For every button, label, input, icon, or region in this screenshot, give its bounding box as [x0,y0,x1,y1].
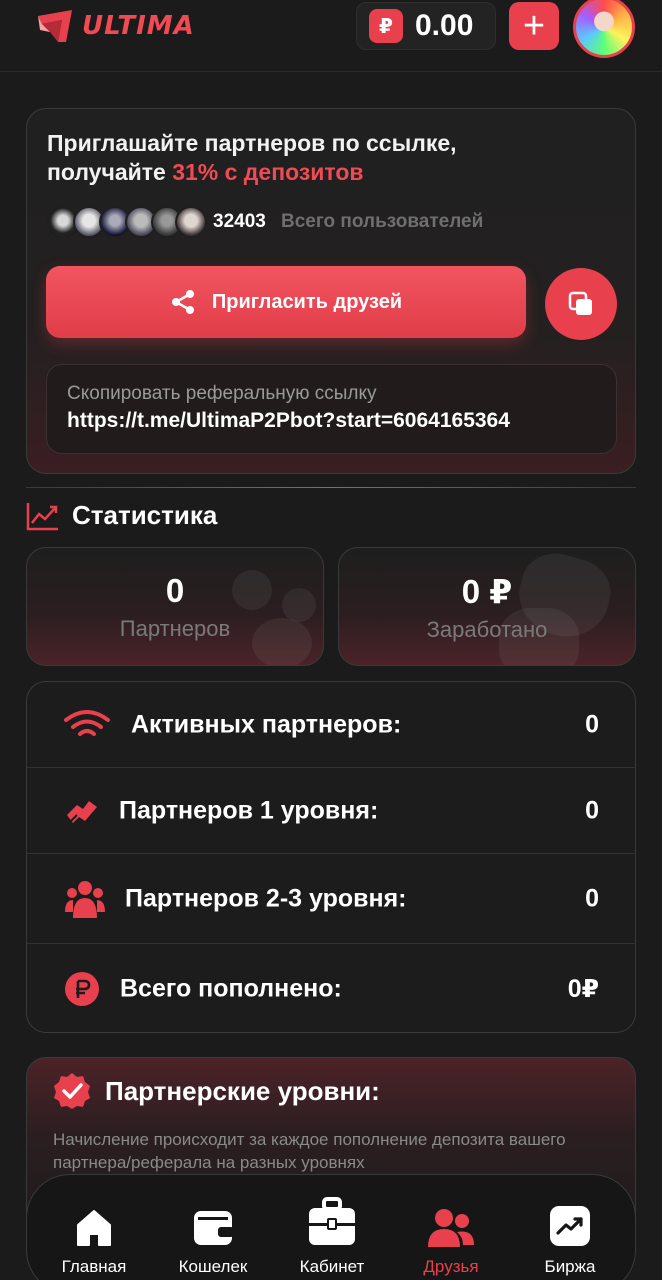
briefcase-icon [309,1197,355,1245]
partner-stats-list: Активных партнеров: 0 Партнеров 1 уровня… [26,681,636,1033]
nav-label-wallet: Кошелек [178,1257,248,1276]
partner-levels-header: Партнерские уровни: [53,1072,380,1110]
invite-title: Приглашайте партнеров по ссылке, получай… [47,129,457,187]
level1-partners-label: Партнеров 1 уровня: [119,796,379,824]
partners-tile: 0 Партнеров [26,547,324,666]
copy-icon [568,291,592,315]
referral-link[interactable]: https://t.me/UltimaP2Pbot?start=60641653… [67,409,596,433]
level1-partners-value: 0 [585,796,599,824]
earned-label: Заработано [426,617,548,642]
partners-label: Партнеров [119,616,231,641]
add-funds-button[interactable]: + [509,2,559,50]
home-icon [77,1210,111,1246]
nav-item-wallet[interactable]: Кошелек [158,1195,268,1277]
balance-value: 0.00 [415,9,474,42]
copy-link-button[interactable] [545,268,617,340]
wifi-icon [64,709,110,736]
invite-card: Приглашайте партнеров по ссылке, получай… [26,108,636,474]
ruble-icon [65,972,99,1006]
trend-chart-icon [26,502,58,530]
brand-name: ULTIMA [82,11,195,41]
share-icon [171,290,194,314]
nav-item-home[interactable]: Главная [39,1195,149,1277]
friends-icon [428,1209,474,1247]
total-users-count: 32403 [213,211,266,232]
commission-highlight: 31% с депозитов [172,159,364,185]
section-divider [26,487,636,488]
nav-label-home: Главная [61,1257,127,1276]
level23-partners-value: 0 [585,884,599,912]
handshake-icon [67,800,97,824]
app-header: ULTIMA ₽ 0.00 + [0,0,662,72]
list-item-total-deposited: Всего пополнено: 0₽ [27,944,635,1032]
partner-levels-description: Начисление происходит за каждое пополнен… [53,1130,566,1172]
users-icon [65,880,105,918]
list-item-level23-partners: Партнеров 2-3 уровня: 0 [27,854,635,944]
invite-title-line1: Приглашайте партнеров по ссылке, [47,130,457,156]
nav-item-cabinet[interactable]: Кабинет [277,1195,387,1277]
nav-label-cabinet: Кабинет [299,1257,365,1276]
nav-item-exchange[interactable]: Биржа [515,1195,625,1277]
brand-logo[interactable]: ULTIMA [36,8,195,44]
statistics-title: Статистика [72,500,218,530]
invite-title-line2: получайте [47,159,173,185]
wallet-icon [194,1211,234,1245]
bottom-navigation: Главная Кошелек Кабинет Друзья Биржа [26,1174,636,1280]
logo-mark-icon [38,10,72,42]
active-partners-value: 0 [585,710,599,738]
verified-badge-icon [54,1073,90,1109]
user-avatar [175,206,207,238]
partners-count: 0 [165,572,185,609]
earned-tile: 0 ₽ Заработано [338,547,636,666]
nav-label-friends: Друзья [423,1257,479,1276]
chart-icon [550,1206,590,1246]
copy-referral-label: Скопировать реферальную ссылку [67,383,377,404]
referral-link-box[interactable]: Скопировать реферальную ссылку https://t… [46,364,617,454]
earned-amount: 0 ₽ [461,573,513,610]
invite-friends-label: Пригласить друзей [211,290,403,313]
list-item-level1-partners: Партнеров 1 уровня: 0 [27,768,635,854]
active-partners-label: Активных партнеров: [131,710,402,738]
list-item-active-partners: Активных партнеров: 0 [27,682,635,768]
user-avatars-stack [47,206,207,238]
total-users-label: Всего пользователей [281,211,484,232]
avatar[interactable] [573,0,635,58]
partner-levels-title: Партнерские уровни: [105,1075,380,1106]
ruble-icon: ₽ [369,9,403,43]
total-deposited-label: Всего пополнено: [120,974,342,1003]
balance-display[interactable]: ₽ 0.00 [356,2,496,50]
level23-partners-label: Партнеров 2-3 уровня: [125,884,407,912]
nav-item-friends[interactable]: Друзья [396,1195,506,1277]
statistics-header: Статистика [26,500,217,531]
nav-label-exchange: Биржа [544,1257,596,1276]
total-deposited-value: 0₽ [567,975,599,1003]
invite-friends-button[interactable]: Пригласить друзей [46,266,526,338]
